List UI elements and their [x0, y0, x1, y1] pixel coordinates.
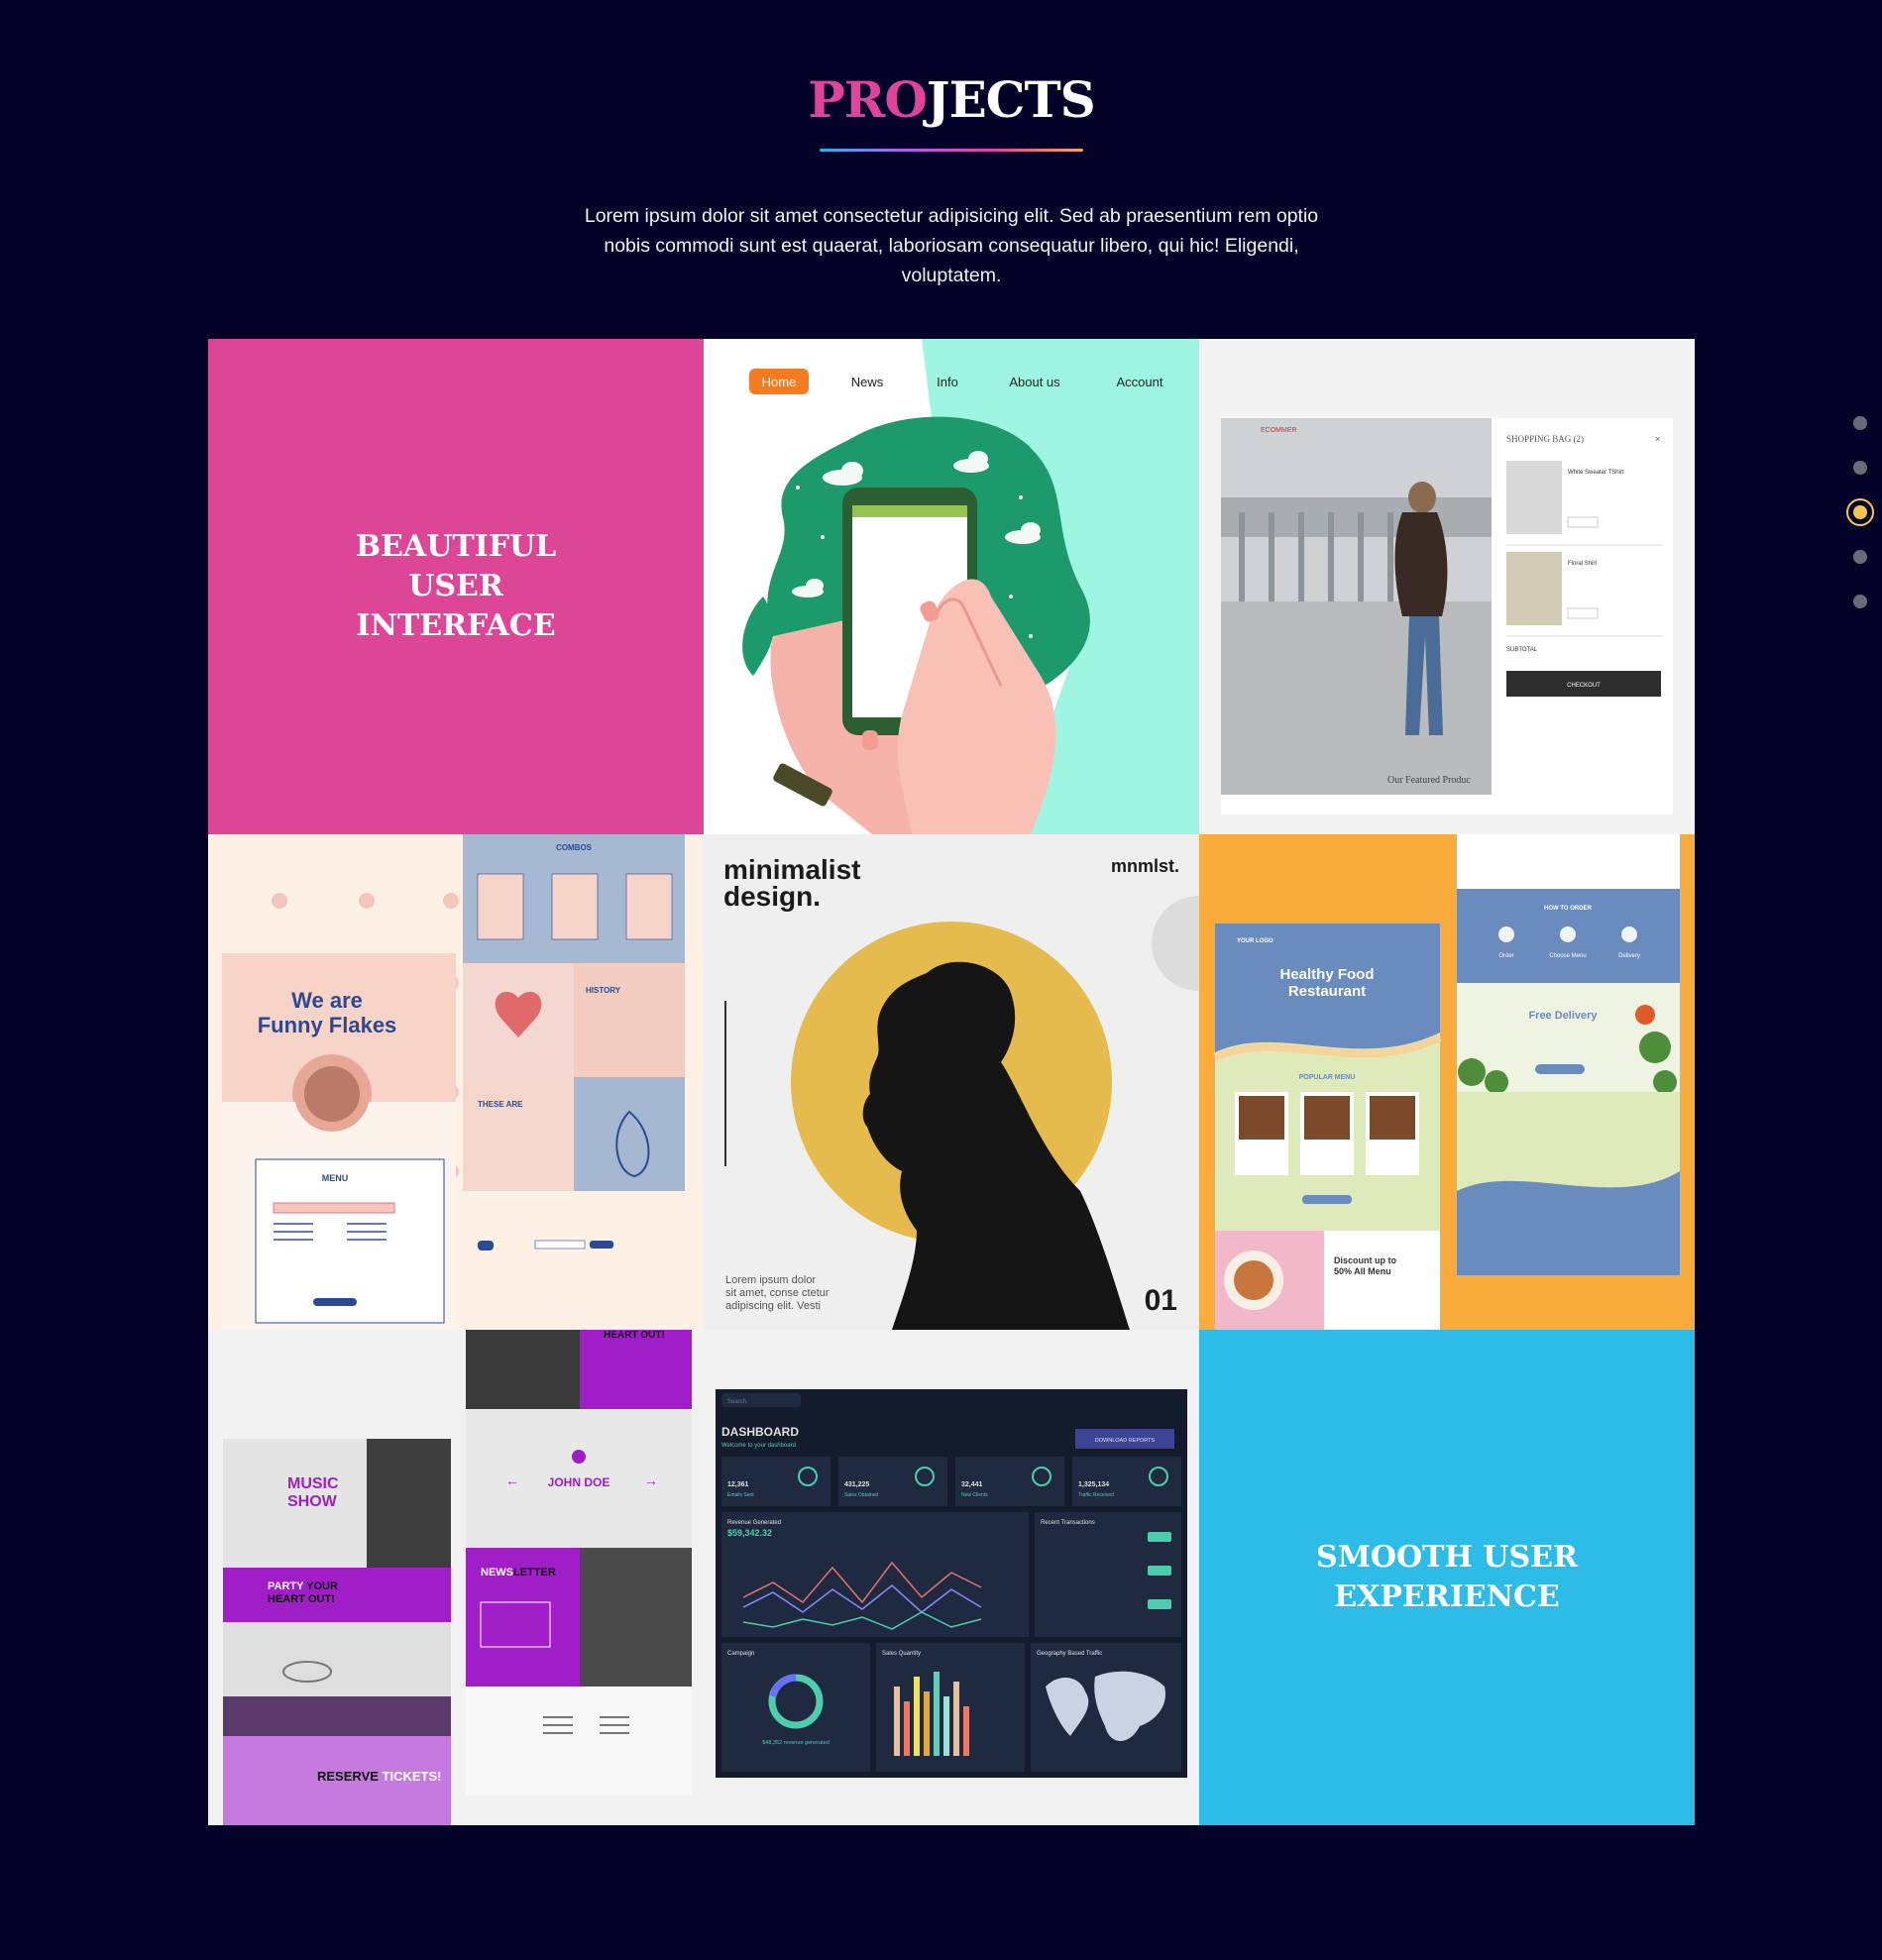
pagination-dot-4[interactable]: [1853, 550, 1867, 564]
featured-caption: Our Featured Produc: [1387, 775, 1471, 786]
flakes-headline-2: Funny Flakes: [258, 1013, 397, 1037]
section-header: PROJECTS: [0, 65, 1882, 152]
ecommerce-mockup: ECOMMER Our Featured Produc SHOPPING BAG…: [1199, 339, 1695, 834]
dashboard-search[interactable]: Search: [727, 1399, 746, 1405]
minimal-brand: mnmlst.: [1111, 856, 1179, 876]
minimal-caption-1: Lorem ipsum dolor: [725, 1274, 816, 1286]
combos-heading: COMBOS: [556, 843, 593, 852]
discount-line-1: Discount up to: [1334, 1255, 1396, 1265]
pagination-dot-5[interactable]: [1853, 595, 1867, 608]
revenue-value: $59,342.32: [727, 1528, 772, 1538]
section-pagination: [1845, 416, 1875, 639]
minimal-caption-2: sit amet, conse ctetur: [725, 1287, 830, 1299]
stat-label-sales: Sales Obtained: [844, 1492, 878, 1498]
project-tile-mobile-app[interactable]: Home News Info About us Account: [704, 339, 1199, 834]
tile-caption-ux: SMOOTH USER EXPERIENCE: [1316, 1540, 1578, 1614]
order-step-1: Order: [1498, 953, 1513, 959]
section-title-rest: JECTS: [926, 70, 1096, 129]
free-delivery-heading: Free Delivery: [1528, 1010, 1598, 1022]
checkout-label: CHECKOUT: [1567, 683, 1601, 689]
music-title-2: SHOW: [287, 1493, 338, 1510]
project-tile-minimalist[interactable]: minimalist design. mnmlst. Lorem ipsum d…: [704, 834, 1199, 1330]
bag-item-2: Floral Shirt: [1568, 561, 1597, 567]
pagination-dot-2[interactable]: [1853, 461, 1867, 475]
minimal-caption-3: adipiscing elit. Vesti: [725, 1300, 821, 1312]
john-doe-title: JOHN DOE: [548, 1475, 610, 1489]
menu-title: MENU: [322, 1173, 349, 1183]
order-step-3: Delivery: [1618, 953, 1640, 959]
flakes-headline-1: We are: [291, 988, 363, 1013]
minimal-headline-2: design.: [723, 881, 821, 912]
project-tile-music-show[interactable]: MUSIC SHOW PARTY YOUR HEART OUT! RESERVE…: [208, 1330, 704, 1825]
close-icon[interactable]: ×: [1655, 434, 1660, 444]
minimal-number: 01: [1145, 1284, 1177, 1317]
bag-title: SHOPPING BAG (2): [1506, 434, 1584, 444]
funny-flakes-mockup: We are Funny Flakes MENU COMBOS HISTORY …: [208, 834, 704, 1330]
project-tile-ui[interactable]: BEAUTIFUL USER INTERFACE: [208, 339, 704, 834]
newsletter-title: NEWSLETTER: [481, 1567, 556, 1579]
bag-item-1: White Sweater TShirt: [1568, 470, 1624, 476]
mobile-app-illustration: Home News Info About us Account: [704, 339, 1199, 834]
history-heading: HISTORY: [586, 986, 621, 995]
nav-item-about: About us: [1009, 375, 1060, 389]
pagination-dot-1[interactable]: [1853, 416, 1867, 430]
campaign-note: $48,352 revenue generated: [762, 1740, 830, 1746]
nav-item-account: Account: [1117, 375, 1163, 389]
arrow-left-icon[interactable]: ←: [505, 1472, 519, 1488]
project-tile-healthy-food[interactable]: YOUR LOGO Healthy Food Restaurant POPULA…: [1199, 834, 1695, 1330]
music-show-mockup: MUSIC SHOW PARTY YOUR HEART OUT! RESERVE…: [208, 1330, 704, 1825]
music-title-1: MUSIC: [287, 1475, 339, 1492]
geography-title: Geography Based Traffic: [1037, 1651, 1102, 1657]
section-title-accent: PRO: [808, 70, 928, 129]
tile-caption-ui: BEAUTIFUL USER INTERFACE: [355, 529, 557, 643]
ecommerce-brand: ECOMMER: [1261, 427, 1297, 434]
arrow-right-icon[interactable]: →: [644, 1472, 658, 1488]
popular-menu-heading: POPULAR MENU: [1299, 1074, 1356, 1081]
recent-transactions-title: Recent Transactions: [1041, 1520, 1095, 1526]
dashboard-title: DASHBOARD: [721, 1425, 799, 1439]
stat-value-traffic: 1,325,134: [1078, 1481, 1109, 1488]
project-tile-funny-flakes[interactable]: We are Funny Flakes MENU COMBOS HISTORY …: [208, 834, 704, 1330]
food-headline-2: Restaurant: [1288, 983, 1366, 1000]
how-to-order-heading: HOW TO ORDER: [1544, 906, 1593, 912]
revenue-label: Revenue Generated: [727, 1520, 781, 1526]
pagination-dot-3-active[interactable]: [1846, 498, 1874, 526]
party-text-2: HEART OUT!: [268, 1593, 335, 1605]
reserve-text: RESERVE TICKETS!: [317, 1769, 441, 1784]
food-logo: YOUR LOGO: [1237, 938, 1273, 944]
nav-item-info: Info: [937, 375, 958, 389]
stat-label-emails: Emails Sent: [727, 1492, 754, 1498]
sales-quantity-title: Sales Quantity: [882, 1651, 921, 1657]
minimalist-mockup: minimalist design. mnmlst. Lorem ipsum d…: [704, 834, 1199, 1330]
section-intro: Lorem ipsum dolor sit amet consectetur a…: [584, 205, 1319, 286]
project-tile-ux[interactable]: SMOOTH USER EXPERIENCE: [1199, 1330, 1695, 1825]
discount-line-2: 50% All Menu: [1334, 1266, 1391, 1276]
heart-out-heading: HEART OUT!: [604, 1330, 665, 1341]
food-headline-1: Healthy Food: [1279, 966, 1374, 983]
project-tile-ecommerce[interactable]: ECOMMER Our Featured Produc SHOPPING BAG…: [1199, 339, 1695, 834]
stat-value-clients: 32,441: [961, 1481, 983, 1488]
dashboard-mockup: Search DASHBOARD Welcome to your dashboa…: [704, 1330, 1199, 1825]
healthy-food-mockup: YOUR LOGO Healthy Food Restaurant POPULA…: [1199, 834, 1695, 1330]
projects-grid: BEAUTIFUL USER INTERFACE Home News Info …: [208, 339, 1695, 1825]
stat-label-clients: New Clients: [961, 1492, 988, 1498]
order-step-2: Choose Menu: [1549, 953, 1586, 959]
campaign-title: Campaign: [727, 1651, 754, 1657]
stat-label-traffic: Traffic Received: [1078, 1492, 1114, 1498]
nav-item-news: News: [851, 375, 884, 389]
stat-value-sales: 431,225: [844, 1481, 869, 1488]
download-reports-label: DOWNLOAD REPORTS: [1095, 1438, 1156, 1444]
project-tile-dashboard[interactable]: Search DASHBOARD Welcome to your dashboa…: [704, 1330, 1199, 1825]
party-text-1: PARTY YOUR: [268, 1580, 338, 1592]
title-underline: [820, 149, 1083, 152]
dashboard-subtitle: Welcome to your dashboard: [721, 1443, 796, 1449]
subtotal-label: SUBTOTAL: [1506, 647, 1538, 653]
stat-value-emails: 12,361: [727, 1481, 749, 1488]
nav-item-home: Home: [762, 375, 797, 389]
these-are-heading: THESE ARE: [478, 1100, 523, 1109]
section-title: PROJECTS: [0, 65, 1882, 135]
